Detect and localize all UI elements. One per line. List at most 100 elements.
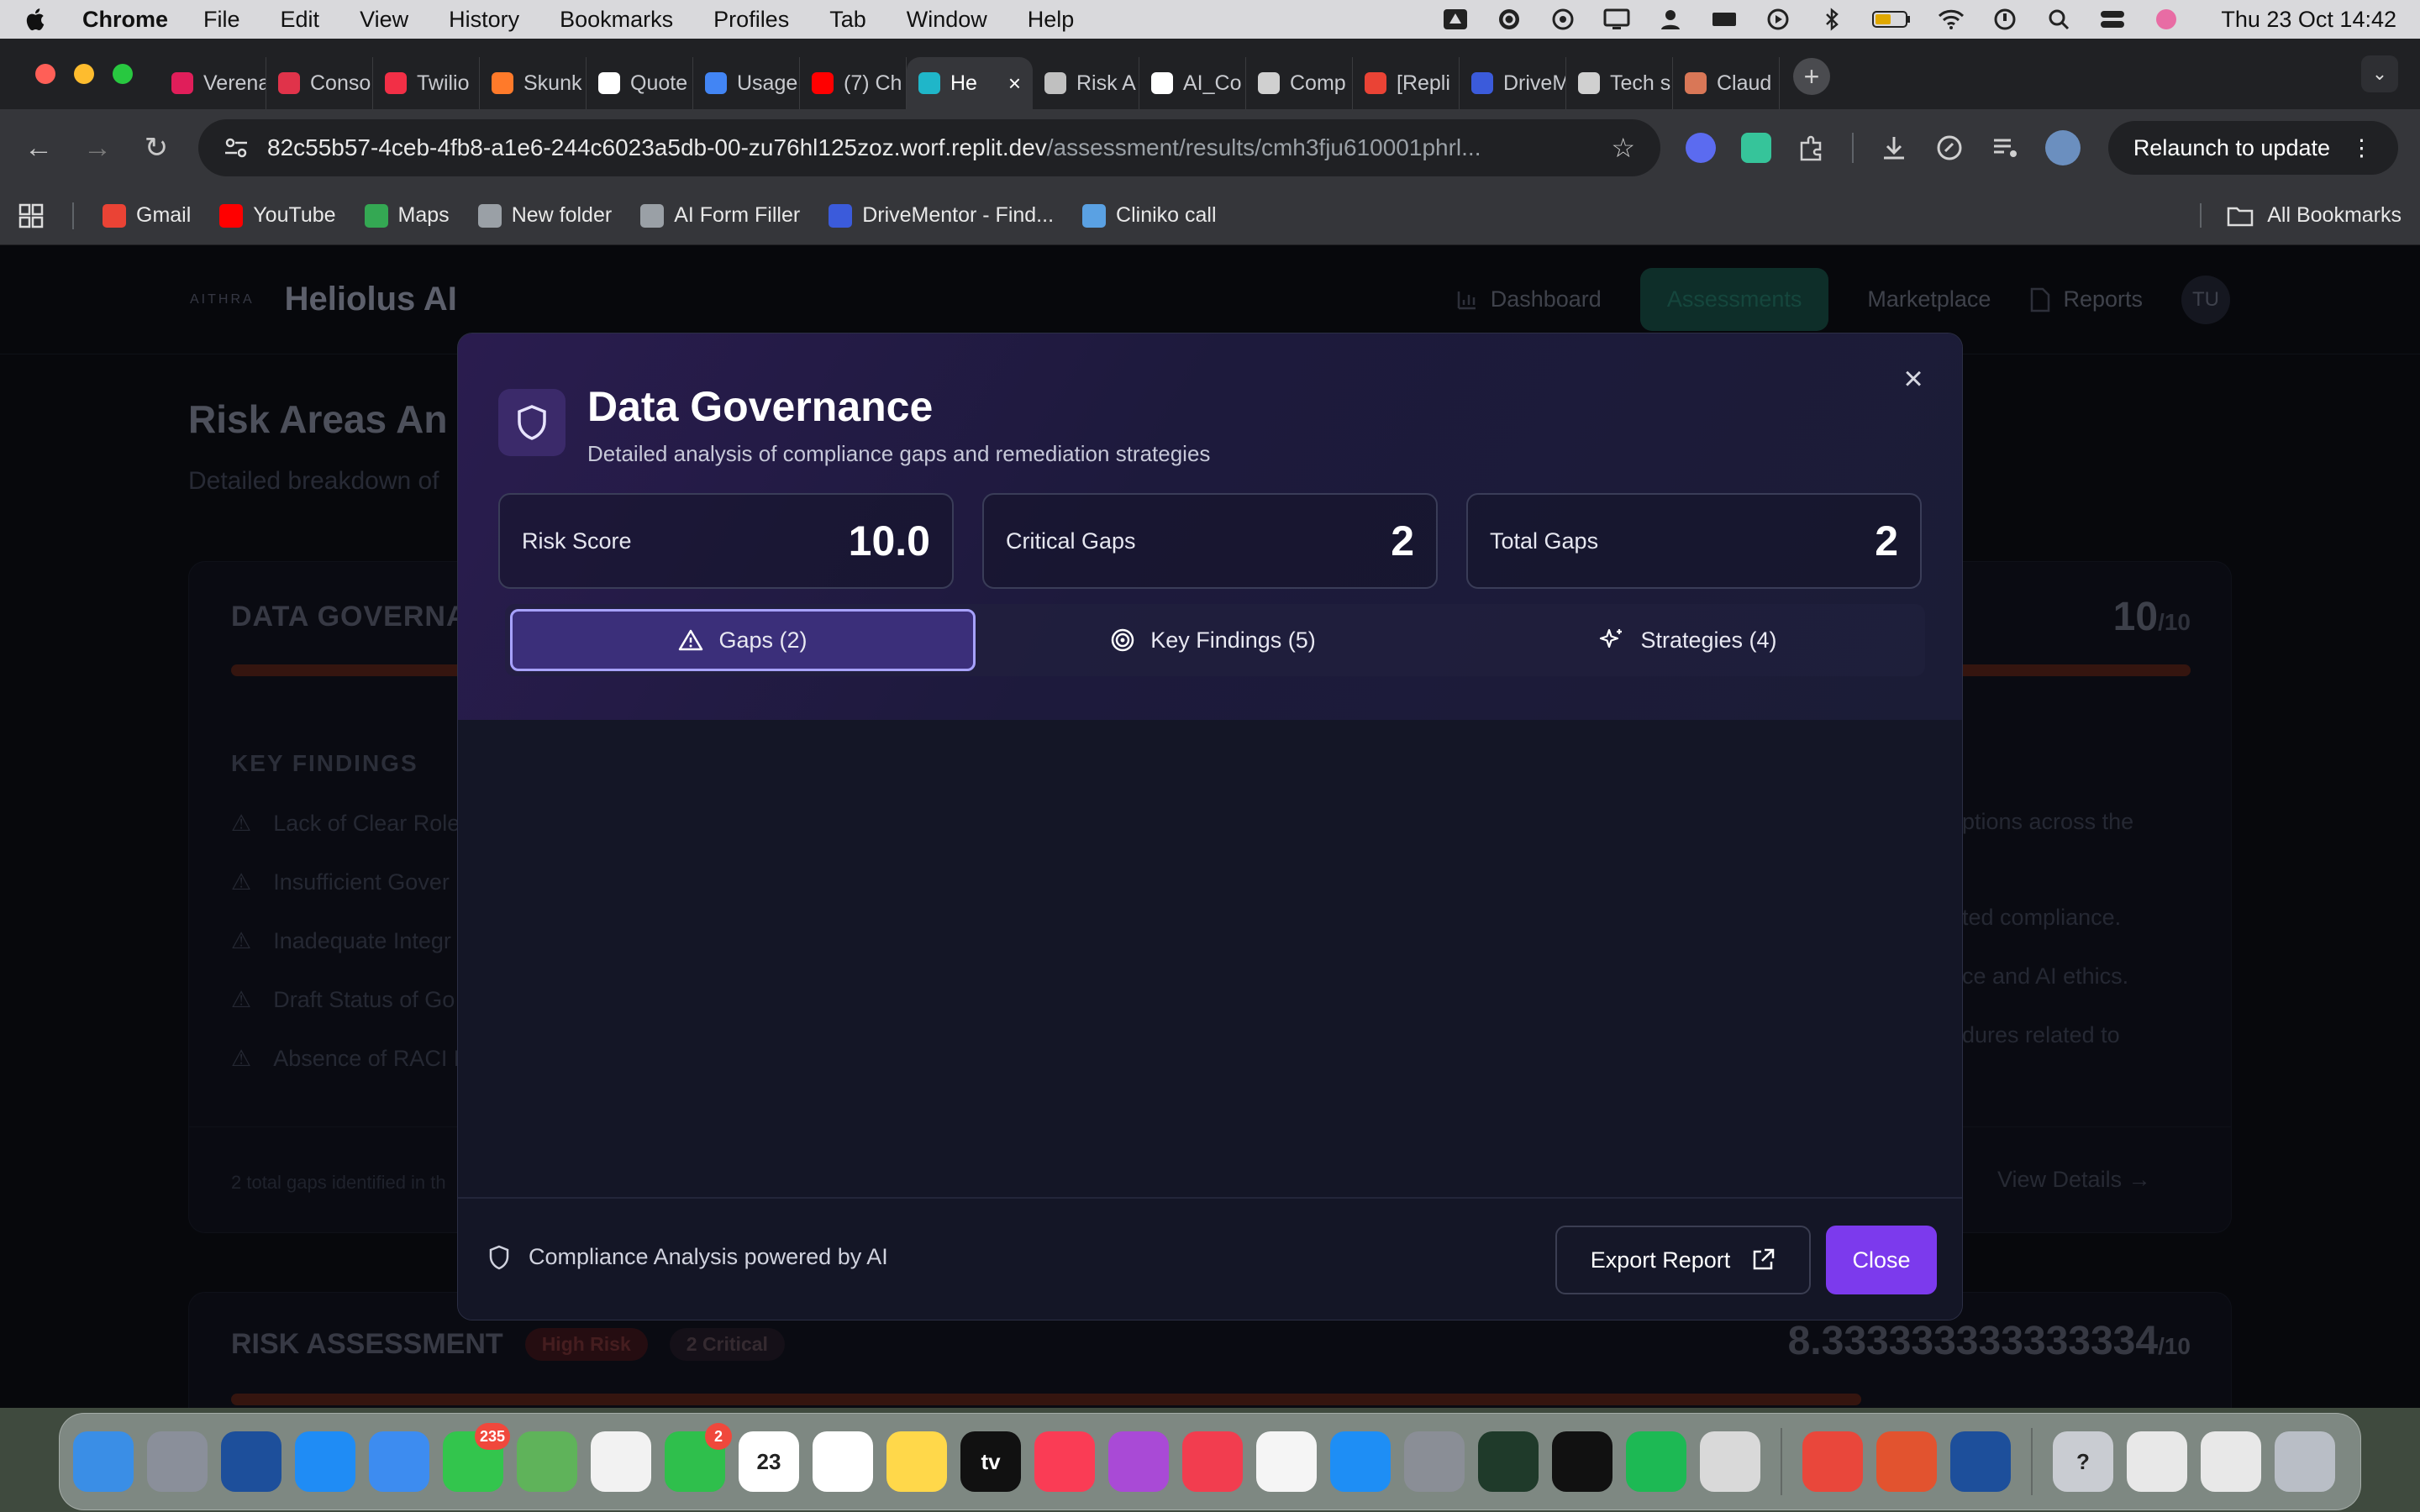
siri-icon[interactable]	[2152, 8, 2181, 31]
menu-file[interactable]: File	[203, 7, 240, 33]
menubar-app-name[interactable]: Chrome	[82, 7, 168, 33]
browser-tab[interactable]: Usage	[693, 57, 800, 109]
browser-tab[interactable]: Skunk	[480, 57, 587, 109]
all-bookmarks-button[interactable]: All Bookmarks	[2200, 203, 2402, 228]
dock-iphone-mirroring-icon[interactable]	[1700, 1431, 1760, 1492]
extensions-puzzle-icon[interactable]	[1797, 133, 1827, 163]
browser-tab[interactable]: AI_Co	[1139, 57, 1246, 109]
browser-tab[interactable]: Twilio	[373, 57, 480, 109]
dock-app-store-icon[interactable]	[1330, 1431, 1391, 1492]
dock-messages-icon[interactable]: 235	[443, 1423, 510, 1492]
close-icon[interactable]: ×	[1897, 362, 1930, 396]
dock-spotify-icon[interactable]	[1626, 1431, 1686, 1492]
openai-icon[interactable]	[1549, 8, 1577, 31]
dock-settings-icon[interactable]	[1404, 1431, 1465, 1492]
dock-finder-icon[interactable]	[73, 1431, 134, 1492]
download-icon[interactable]	[1879, 133, 1909, 163]
bookmark-item[interactable]: Gmail	[103, 203, 191, 228]
display-icon[interactable]	[1602, 8, 1631, 31]
tab-gaps[interactable]: Gaps (2)	[510, 609, 976, 671]
search-icon[interactable]	[2044, 8, 2073, 31]
bookmark-star-icon[interactable]: ☆	[1611, 132, 1635, 164]
close-window-button[interactable]	[35, 64, 55, 84]
menu-window[interactable]: Window	[907, 7, 987, 33]
browser-tab[interactable]: Risk A	[1033, 57, 1139, 109]
dock-window-icon[interactable]	[2201, 1431, 2261, 1492]
bookmark-item[interactable]: AI Form Filler	[640, 203, 800, 228]
minimize-window-button[interactable]	[74, 64, 94, 84]
forward-button[interactable]: →	[81, 131, 114, 165]
browser-tab[interactable]: (7) Ch	[800, 57, 907, 109]
browser-tab[interactable]: DriveM	[1460, 57, 1566, 109]
dock-document-icon[interactable]	[2127, 1431, 2187, 1492]
site-info-icon[interactable]	[224, 137, 249, 159]
dock-app-orange-icon[interactable]	[1876, 1431, 1937, 1492]
browser-tab[interactable]: Quote	[587, 57, 693, 109]
dock-mail-icon[interactable]	[369, 1431, 429, 1492]
dock-music-app-icon[interactable]	[1478, 1431, 1539, 1492]
dock-launchpad-icon[interactable]	[147, 1431, 208, 1492]
dock-news-icon[interactable]	[1182, 1431, 1243, 1492]
browser-tab[interactable]: Conso	[266, 57, 373, 109]
dock-tv-icon[interactable]: tv	[960, 1431, 1021, 1492]
tab-strategies[interactable]: Strategies (4)	[1450, 609, 1925, 671]
browser-tab[interactable]: Claud	[1673, 57, 1780, 109]
close-tab-icon[interactable]: ×	[1008, 71, 1021, 97]
browser-tab[interactable]: [Repli	[1353, 57, 1460, 109]
focus-icon[interactable]	[1991, 8, 2019, 31]
browser-tab[interactable]: Comp	[1246, 57, 1353, 109]
address-bar[interactable]: 82c55b57-4ceb-4fb8-a1e6-244c6023a5db-00-…	[198, 119, 1660, 176]
dock-reminders-icon[interactable]	[813, 1431, 873, 1492]
reload-button[interactable]: ↻	[139, 131, 173, 165]
grammarly-icon[interactable]	[1495, 8, 1523, 31]
bookmark-item[interactable]: DriveMentor - Find...	[829, 203, 1054, 228]
apps-grid-icon[interactable]	[18, 203, 44, 228]
profile-avatar[interactable]	[2045, 130, 2081, 165]
performance-icon[interactable]	[1934, 133, 1965, 163]
play-icon[interactable]	[1764, 8, 1792, 31]
dock-app-black-icon[interactable]	[1552, 1431, 1612, 1492]
dock-help-icon[interactable]: ?	[2053, 1431, 2113, 1492]
extension-icon[interactable]	[1741, 133, 1771, 163]
dock-chrome-icon[interactable]	[1802, 1431, 1863, 1492]
control-center-icon[interactable]	[2098, 8, 2127, 31]
menu-profiles[interactable]: Profiles	[713, 7, 789, 33]
bookmark-item[interactable]: Cliniko call	[1082, 203, 1217, 228]
close-button[interactable]: Close	[1826, 1226, 1937, 1294]
menu-help[interactable]: Help	[1028, 7, 1075, 33]
wifi-icon[interactable]	[1937, 8, 1965, 31]
menu-view[interactable]: View	[360, 7, 408, 33]
export-report-button[interactable]: Export Report	[1555, 1226, 1811, 1294]
dock-freeform-icon[interactable]	[1256, 1431, 1317, 1492]
dock-calendar-icon[interactable]: 23	[739, 1431, 799, 1492]
menubar-clock[interactable]: Thu 23 Oct 14:42	[2221, 7, 2396, 33]
tab-search-button[interactable]: ⌄	[2361, 55, 2398, 92]
bookmark-item[interactable]: Maps	[364, 203, 450, 228]
relaunch-button[interactable]: Relaunch to update ⋮	[2107, 121, 2398, 175]
menu-bookmarks[interactable]: Bookmarks	[560, 7, 673, 33]
new-tab-button[interactable]: +	[1793, 58, 1830, 95]
user-icon[interactable]	[1656, 8, 1685, 31]
browser-tab[interactable]: Tech s	[1566, 57, 1673, 109]
browser-tab[interactable]: Verena	[160, 57, 266, 109]
menu-history[interactable]: History	[449, 7, 519, 33]
dock-trash-icon[interactable]	[2275, 1431, 2335, 1492]
bookmark-item[interactable]: YouTube	[219, 203, 336, 228]
dock-photos-icon[interactable]	[591, 1431, 651, 1492]
bluetooth-icon[interactable]	[1818, 8, 1846, 31]
browser-tab[interactable]: He ×	[907, 57, 1033, 109]
drive-icon[interactable]	[1441, 8, 1470, 31]
bookmark-item[interactable]: New folder	[477, 203, 612, 228]
dock-maps-icon[interactable]	[517, 1431, 577, 1492]
dock-podcasts-icon[interactable]	[1108, 1431, 1169, 1492]
dock-music-icon[interactable]	[1034, 1431, 1095, 1492]
zoom-window-button[interactable]	[113, 64, 133, 84]
battery-icon[interactable]	[1871, 8, 1912, 31]
back-button[interactable]: ←	[22, 131, 55, 165]
dock-safari-icon[interactable]	[295, 1431, 355, 1492]
menu-edit[interactable]: Edit	[281, 7, 320, 33]
memory-icon[interactable]	[1710, 8, 1739, 31]
apple-icon[interactable]	[24, 7, 45, 32]
menu-tab[interactable]: Tab	[829, 7, 866, 33]
dock-notes-icon[interactable]	[886, 1431, 947, 1492]
